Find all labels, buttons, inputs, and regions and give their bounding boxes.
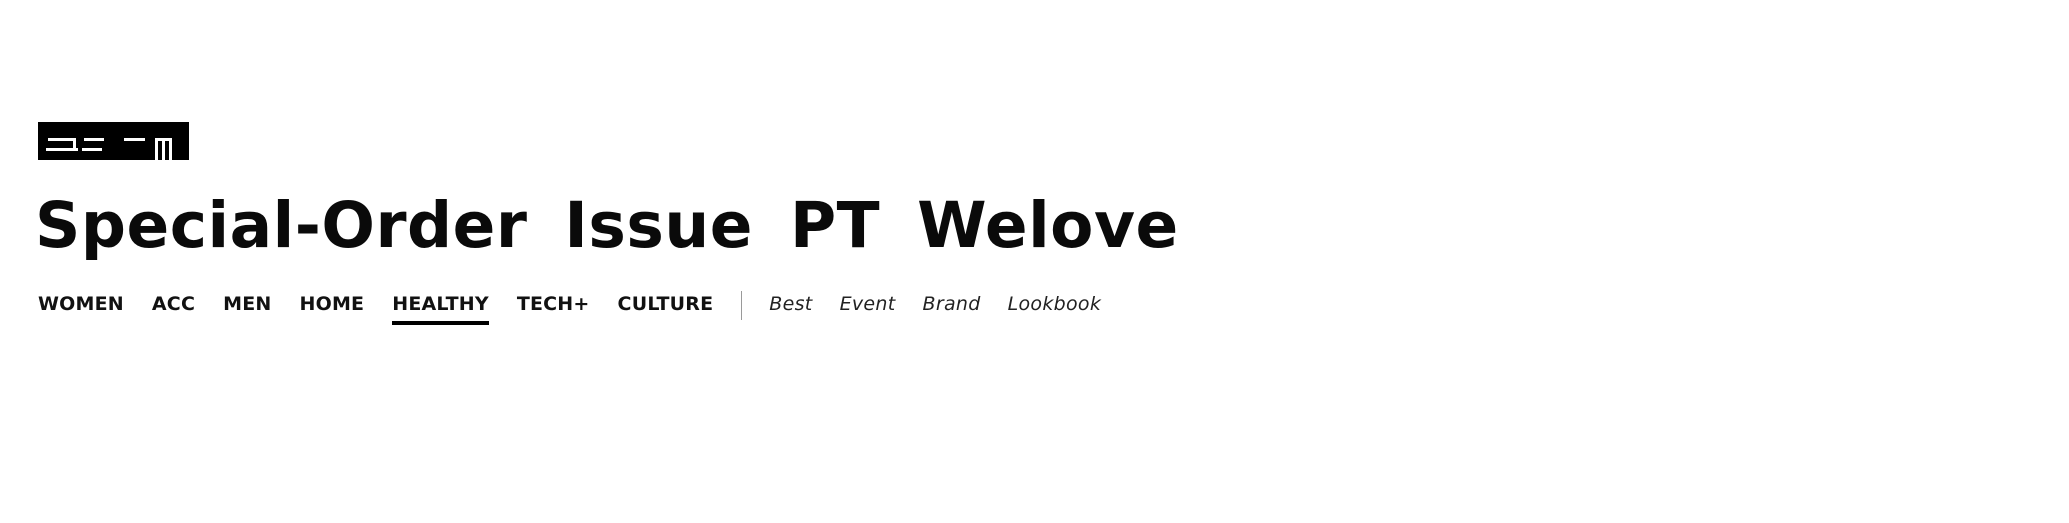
title-word: Special-Order — [35, 189, 528, 262]
nav-item-brand[interactable]: Brand — [923, 290, 981, 318]
category-nav: WOMEN ACC MEN HOME HEALTHY TECH+ CULTURE… — [38, 290, 1101, 334]
nav-item-lookbook[interactable]: Lookbook — [1008, 290, 1102, 318]
nav-item-healthy[interactable]: HEALTHY — [392, 290, 489, 325]
nav-item-women[interactable]: WOMEN — [38, 290, 124, 324]
nav-item-acc[interactable]: ACC — [152, 290, 195, 324]
title-word: Issue — [564, 189, 753, 262]
nav-divider — [741, 291, 743, 320]
title-word: PT — [789, 189, 881, 262]
nav-item-men[interactable]: MEN — [223, 290, 271, 324]
nav-item-home[interactable]: HOME — [300, 290, 365, 324]
page-title: Special-Order Issue PT Welove — [35, 188, 1179, 264]
nav-item-best[interactable]: Best — [769, 290, 812, 318]
nav-item-tech[interactable]: TECH+ — [517, 290, 590, 324]
page-header: Special-Order Issue PT Welove WOMEN ACC MEN… — [35, 122, 2038, 325]
title-word: Welove — [917, 189, 1179, 262]
nav-item-event[interactable]: Event — [840, 290, 896, 318]
nav-item-culture[interactable]: CULTURE — [618, 290, 714, 324]
brand-logo-icon[interactable] — [38, 122, 189, 160]
